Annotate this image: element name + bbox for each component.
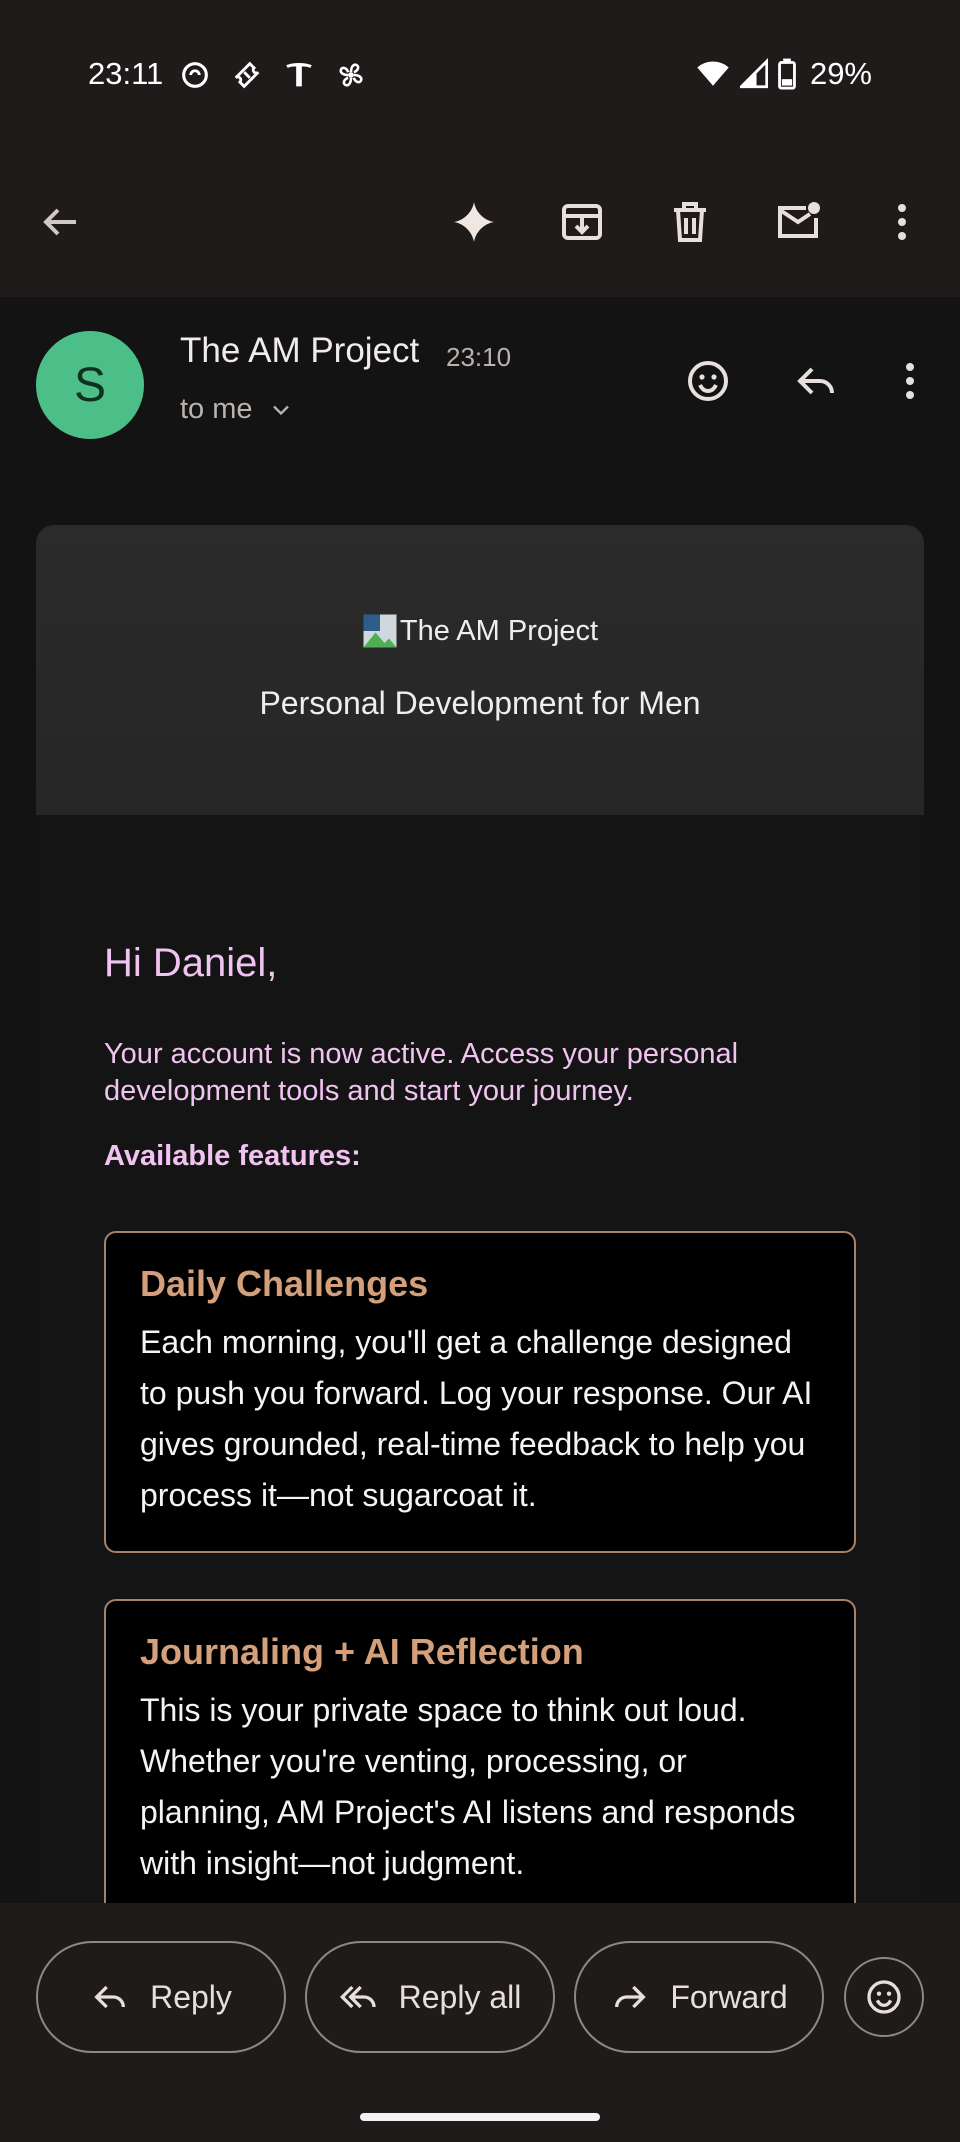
forward-button[interactable]: Forward bbox=[574, 1941, 824, 2053]
reply-icon-button[interactable] bbox=[786, 351, 846, 411]
feature-card: Journaling + AI Reflection This is your … bbox=[104, 1599, 856, 1903]
avatar[interactable]: S bbox=[36, 331, 144, 439]
reply-all-icon bbox=[339, 1985, 376, 2009]
reply-icon bbox=[94, 1985, 126, 2009]
emoji-react-button[interactable] bbox=[844, 1957, 924, 2037]
recipient-label: to me bbox=[180, 393, 253, 425]
message-time: 23:10 bbox=[446, 342, 512, 372]
back-button[interactable] bbox=[28, 190, 92, 254]
signal-icon bbox=[739, 58, 768, 89]
forward-icon bbox=[615, 1985, 647, 2009]
feature-card: Daily Challenges Each morning, you'll ge… bbox=[104, 1231, 856, 1553]
intro-paragraph: Your account is now active. Access your … bbox=[104, 1038, 739, 1107]
mark-unread-icon bbox=[778, 202, 820, 238]
more-options-button[interactable] bbox=[870, 190, 934, 254]
feature-description: This is your private space to think out … bbox=[140, 1692, 796, 1881]
bottom-action-bar: Reply Reply all Forward bbox=[0, 1903, 960, 2142]
gemini-summary-button[interactable] bbox=[442, 190, 506, 254]
email-text: Hi Daniel, Your account is now active. A… bbox=[104, 815, 856, 1903]
message-more-button[interactable] bbox=[880, 351, 940, 411]
react-emoji-button[interactable] bbox=[678, 351, 738, 411]
sync-circle-icon bbox=[182, 62, 208, 88]
sparkle-icon bbox=[454, 202, 494, 242]
fan-icon bbox=[339, 63, 363, 87]
features-heading: Available features: bbox=[104, 1140, 361, 1172]
sender-name: The AM Project bbox=[180, 331, 420, 370]
status-time: 23:11 bbox=[88, 56, 164, 91]
archive-icon bbox=[562, 204, 602, 240]
email-banner: The AM Project Personal Development for … bbox=[36, 525, 924, 815]
status-bar: 23:11 29% bbox=[0, 0, 960, 150]
broken-image-icon bbox=[363, 614, 397, 648]
reply-button[interactable]: Reply bbox=[36, 1941, 286, 2053]
brand-tagline: Personal Development for Men bbox=[259, 685, 701, 721]
reply-icon bbox=[797, 367, 834, 395]
back-arrow-icon bbox=[43, 208, 76, 236]
feature-title: Journaling + AI Reflection bbox=[140, 1631, 584, 1672]
more-vert-icon bbox=[898, 204, 906, 240]
forward-label: Forward bbox=[670, 1978, 788, 2015]
mark-unread-button[interactable] bbox=[766, 190, 830, 254]
email-body-card: The AM Project Personal Development for … bbox=[36, 525, 924, 1903]
trash-icon bbox=[674, 202, 706, 242]
ticket-icon bbox=[234, 61, 260, 89]
reply-label: Reply bbox=[150, 1978, 232, 2015]
sender-header: S The AM Project 23:10 to me bbox=[0, 297, 960, 477]
greeting: Hi Daniel, bbox=[104, 941, 278, 985]
recipient-toggle[interactable]: to me bbox=[180, 393, 295, 426]
gmail-message-screen: 23:11 29% S The AM Project 23:10 to me T… bbox=[0, 0, 960, 2142]
wifi-icon bbox=[697, 61, 729, 86]
tesla-icon bbox=[286, 62, 312, 87]
reply-all-button[interactable]: Reply all bbox=[305, 1941, 555, 2053]
reply-all-label: Reply all bbox=[398, 1978, 522, 2015]
gesture-home-bar[interactable] bbox=[360, 2113, 600, 2121]
message-toolbar bbox=[0, 150, 960, 297]
brand-logo-alt: The AM Project bbox=[36, 613, 924, 649]
archive-button[interactable] bbox=[550, 190, 614, 254]
status-notification-icons bbox=[178, 58, 368, 92]
battery-icon bbox=[778, 58, 796, 90]
message-content: S The AM Project 23:10 to me The AM Proj bbox=[0, 297, 960, 1903]
chevron-down-icon bbox=[272, 405, 289, 415]
battery-percent: 29% bbox=[809, 56, 872, 91]
smiley-icon bbox=[867, 1980, 901, 2014]
feature-description: Each morning, you'll get a challenge des… bbox=[140, 1324, 813, 1513]
delete-button[interactable] bbox=[658, 190, 722, 254]
more-vert-icon bbox=[906, 363, 914, 399]
status-system-icons: 29% bbox=[696, 56, 872, 92]
smiley-icon bbox=[688, 361, 728, 401]
brand-name: The AM Project bbox=[399, 614, 599, 647]
feature-title: Daily Challenges bbox=[140, 1263, 429, 1304]
